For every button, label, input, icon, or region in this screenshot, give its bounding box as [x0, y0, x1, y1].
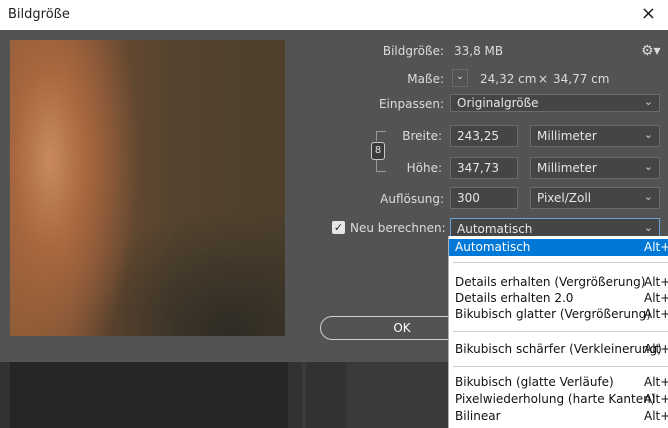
- resample-label: Neu berechnen:: [350, 221, 446, 235]
- menu-item-bicubic[interactable]: Bikubisch (glatte Verläufe) Alt+6: [449, 374, 668, 391]
- checkmark-icon: ✓: [333, 221, 344, 234]
- title-bar: Bildgröße ×: [0, 0, 668, 30]
- fit-to-select[interactable]: Originalgröße ⌄: [450, 94, 660, 112]
- image-size-label: Bildgröße:: [382, 44, 444, 58]
- width-input[interactable]: 243,25: [450, 125, 518, 147]
- menu-separator: [453, 262, 668, 263]
- dimensions-height: 34,77 cm: [553, 72, 610, 86]
- resolution-unit-value: Pixel/Zoll: [537, 191, 592, 205]
- chevron-down-icon: ⌄: [643, 190, 653, 203]
- fit-to-label: Einpassen:: [378, 97, 444, 111]
- link-bracket-left-bottom: [376, 160, 378, 171]
- link-chain-icon[interactable]: 8: [371, 142, 385, 160]
- menu-separator: [453, 366, 668, 367]
- height-input[interactable]: 347,73: [450, 157, 518, 179]
- height-unit-select[interactable]: Millimeter ⌄: [530, 157, 660, 179]
- menu-item-preserve-details[interactable]: Details erhalten (Vergrößerung) Alt+2: [449, 274, 668, 291]
- resample-checkbox[interactable]: ✓: [332, 221, 345, 234]
- image-size-value: 33,8 MB: [454, 44, 504, 58]
- canvas-area: [10, 362, 288, 428]
- dimensions-label: Maße:: [407, 72, 444, 86]
- width-label: Breite:: [402, 129, 442, 143]
- link-bracket-left-top: [376, 131, 378, 141]
- gear-icon[interactable]: ⚙▾: [641, 43, 661, 59]
- width-unit-select[interactable]: Millimeter ⌄: [530, 125, 660, 147]
- chevron-down-icon: ⌄: [643, 95, 653, 108]
- height-unit-value: Millimeter: [537, 161, 597, 175]
- menu-item-nearest-neighbor[interactable]: Pixelwiederholung (harte Kanten) Alt+7: [449, 391, 668, 408]
- resolution-label: Auflösung:: [380, 192, 444, 206]
- height-label: Höhe:: [406, 161, 442, 175]
- chevron-down-icon: ⌄: [643, 221, 653, 234]
- chevron-down-icon: ⌄: [643, 160, 653, 173]
- width-unit-value: Millimeter: [537, 129, 597, 143]
- resolution-unit-select[interactable]: Pixel/Zoll ⌄: [530, 187, 660, 209]
- close-icon[interactable]: ×: [641, 3, 656, 24]
- menu-item-bilinear[interactable]: Bilinear Alt+8: [449, 408, 668, 425]
- menu-item-bicubic-sharper[interactable]: Bikubisch schärfer (Verkleinerung) Alt+5: [449, 341, 668, 358]
- dimensions-times: ×: [538, 72, 549, 86]
- fit-to-value: Originalgröße: [457, 96, 539, 110]
- dimensions-width: 24,32 cm: [480, 72, 537, 86]
- image-preview[interactable]: [10, 40, 285, 336]
- menu-item-automatic[interactable]: Automatisch Alt+1: [449, 239, 668, 256]
- menu-item-bicubic-smoother[interactable]: Bikubisch glatter (Vergrößerung) Alt+4: [449, 306, 668, 323]
- menu-separator: [453, 331, 668, 332]
- chevron-down-icon: ⌄: [643, 128, 653, 141]
- resample-dropdown-menu: Automatisch Alt+1 Details erhalten (Verg…: [448, 236, 668, 428]
- panel-divider: [302, 362, 306, 428]
- resample-value: Automatisch: [457, 222, 533, 236]
- chevron-down-icon[interactable]: ⌄: [452, 69, 468, 87]
- window-title: Bildgröße: [8, 7, 70, 22]
- menu-item-preserve-details-2[interactable]: Details erhalten 2.0 Alt+3: [449, 290, 668, 307]
- resolution-input[interactable]: 300: [450, 187, 518, 209]
- link-bracket-bottom: [376, 171, 386, 173]
